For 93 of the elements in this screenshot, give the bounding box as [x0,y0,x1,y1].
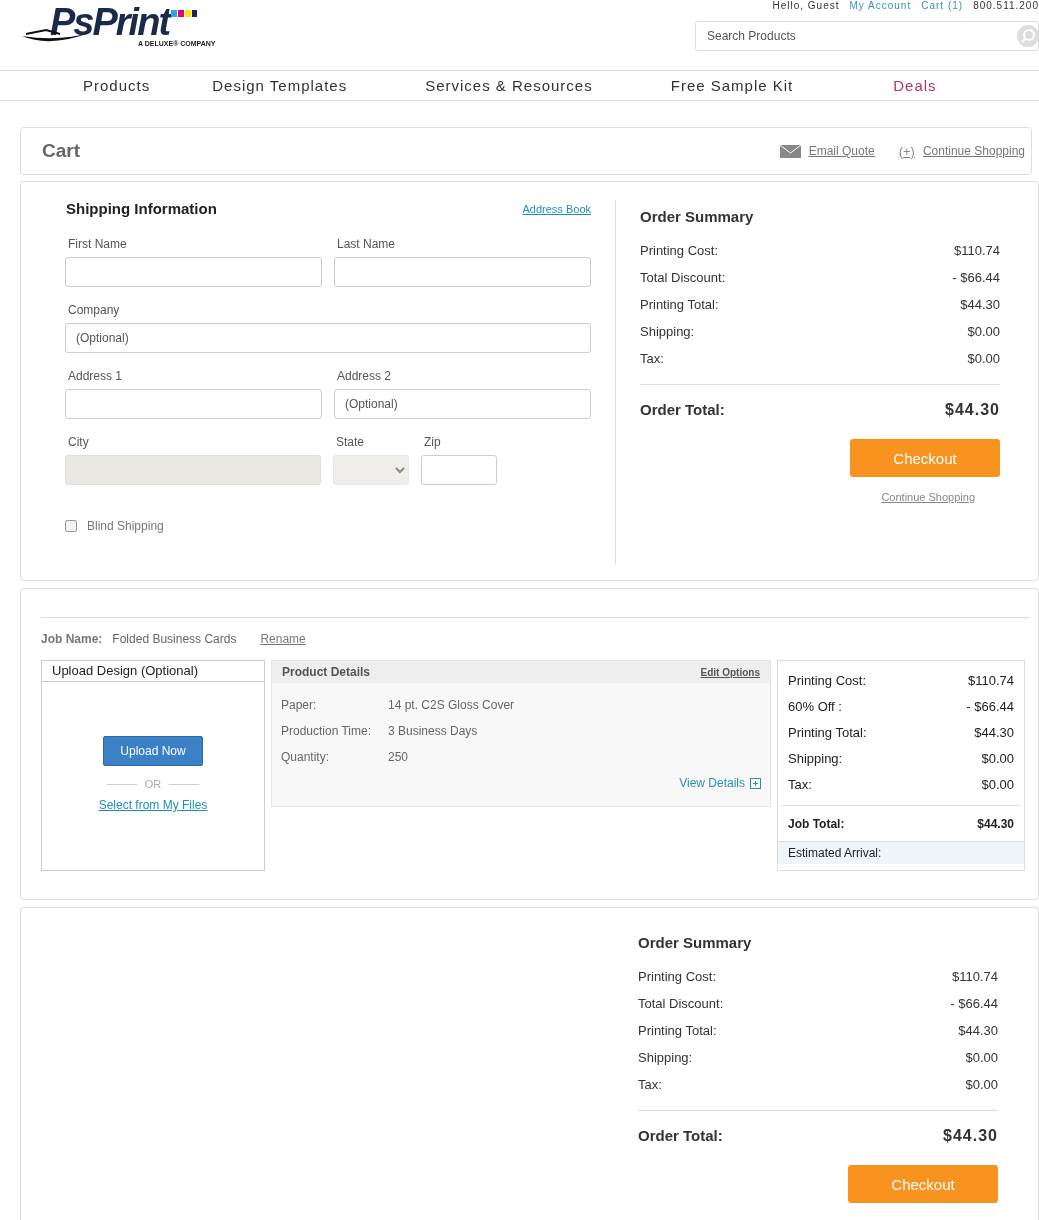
page-title: Cart [42,140,80,162]
price-value: $0.00 [965,1050,998,1067]
price-label: Tax: [640,351,664,368]
price-value: $0.00 [967,351,1000,368]
price-value: $110.74 [953,243,1000,260]
total-label: Job Total: [788,816,845,831]
total-value: $44.30 [943,1127,998,1145]
logo-wordmark[interactable]: PsPrint [50,4,170,40]
spec-label: Paper: [281,698,318,712]
field-label: First Name [67,237,128,251]
job-name-value: Folded Business Cards [112,632,237,646]
divider-text: OR [144,778,162,790]
text-field[interactable] [65,257,322,287]
continue-shopping-link[interactable]: Continue Shopping [881,491,975,503]
panel-title: Upload Design (Optional) [42,661,264,682]
text-field[interactable]: (Optional) [65,323,591,353]
plus-box-icon[interactable] [750,777,761,789]
nav-link[interactable]: Products [83,77,151,94]
plus-icon: (+) [898,143,915,159]
price-value: $0.00 [967,324,1000,341]
text-field[interactable] [421,455,497,485]
summary-title: Order Summary [640,208,755,225]
account-link[interactable]: My Account [849,0,912,11]
field-label: Address 1 [67,369,124,383]
email-quote-link[interactable]: Email Quote [779,144,875,158]
price-value: $44.30 [960,297,1000,314]
section-title: Shipping Information [66,200,217,217]
spec-value: 3 Business Days [388,724,479,738]
address-book-link[interactable]: Address Book [522,202,591,215]
price-label: Printing Cost: [640,243,719,260]
total-label: Order Total: [638,1127,723,1145]
text-field[interactable]: (Optional) [334,389,591,419]
rename-link[interactable]: Rename [260,632,306,646]
color-squares-icon [171,10,198,18]
search-icon[interactable] [1017,25,1039,47]
continue-shopping-link[interactable]: (+) Continue Shopping [898,143,1025,159]
spec-label: Quantity: [281,750,331,764]
price-label: Tax: [788,776,812,792]
price-label: Total Discount: [638,996,724,1013]
spec-value: 14 pt. C2S Gloss Cover [388,698,516,712]
nav-link[interactable]: Deals [893,77,937,94]
spec-value: 250 [388,750,410,764]
price-value: - $66.44 [952,270,1000,287]
checkbox[interactable] [65,520,77,532]
text-field[interactable] [334,257,591,287]
price-value: $110.74 [951,969,998,986]
greeting-text: Hello, Guest [772,0,840,11]
upload-now-button[interactable]: Upload Now [103,736,203,766]
price-label: Total Discount: [640,270,726,287]
price-label: Printing Total: [640,297,719,314]
total-value: $44.30 [945,401,1000,419]
price-label: Shipping: [640,324,695,341]
field-label: Zip [423,435,442,449]
select-files-link[interactable]: Select from My Files [98,798,208,812]
price-label: Printing Cost: [638,969,717,986]
total-value: $44.30 [977,816,1014,831]
price-value: $0.00 [981,776,1014,792]
checkbox-label: Blind Shipping [87,519,164,533]
price-value: $44.30 [974,724,1014,740]
price-label: Printing Total: [638,1023,717,1040]
field-label: Company [67,303,121,317]
price-label: Tax: [638,1077,662,1094]
price-value: $0.00 [981,750,1014,766]
cart-link[interactable]: Cart (1) [921,0,964,11]
nav-link[interactable]: Free Sample Kit [670,77,794,94]
field-label: Last Name [336,237,397,251]
field-label: Address 2 [336,369,393,383]
price-label: 60% Off : [788,698,842,714]
price-value: $0.00 [965,1077,998,1094]
summary-title: Order Summary [638,934,753,951]
spec-label: Production Time: [281,724,373,738]
price-value: $44.30 [958,1023,998,1040]
search-field[interactable]: Search Products [695,21,1039,51]
price-value: $110.74 [967,672,1014,688]
text-field[interactable] [65,389,322,419]
field-label: State [335,435,366,449]
nav-link[interactable]: Design Templates [212,77,348,94]
price-label: Shipping: [788,750,843,766]
estimated-arrival-label: Estimated Arrival: [778,841,1024,864]
nav-link[interactable]: Services & Resources [425,77,593,94]
job-name-label: Job Name: [41,632,103,646]
price-label: Printing Total: [788,724,867,740]
phone-number: 800.511.200 [973,0,1039,11]
panel-title: Product Details [282,665,371,679]
envelope-icon [779,144,801,158]
edit-options-link[interactable]: Edit Options [700,666,760,678]
price-label: Printing Cost: [788,672,867,688]
total-label: Order Total: [640,401,725,419]
field-label: City [67,435,90,449]
price-label: Shipping: [638,1050,693,1067]
view-details-link[interactable]: View Details [272,764,770,790]
price-value: - $66.44 [966,698,1014,714]
price-value: - $66.44 [950,996,998,1013]
